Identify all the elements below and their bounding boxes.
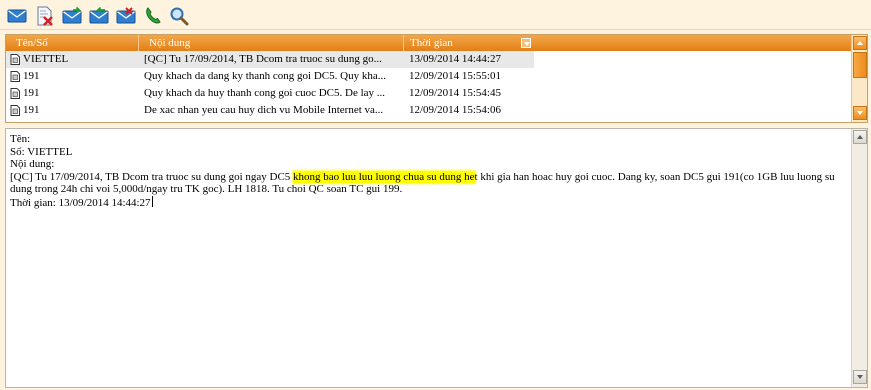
column-header-name[interactable]: Tên/Số xyxy=(6,35,138,51)
row-time: 12/09/2014 15:55:01 xyxy=(409,70,501,82)
detail-vertical-scrollbar[interactable] xyxy=(851,129,867,387)
detail-body-start: [QC] Tu 17/09/2014, TB Dcom tra truoc su… xyxy=(10,170,294,183)
envelope-exchange-icon xyxy=(116,7,136,24)
sim-card-icon xyxy=(10,105,20,116)
list-vertical-scrollbar[interactable] xyxy=(851,35,867,122)
sms-manager-window: Tên/Số Nội dung Thời gian VIETTEL [QC] T… xyxy=(0,0,871,390)
document-delete-icon xyxy=(37,6,53,26)
table-row[interactable]: 191 Quy khach da huy thanh cong goi cuoc… xyxy=(6,85,852,102)
chevron-down-icon xyxy=(857,375,863,379)
row-sender: 191 xyxy=(23,70,40,82)
row-sender: VIETTEL xyxy=(23,53,69,65)
detail-content-label: Nội dung: xyxy=(10,158,55,170)
list-scroll-down-button[interactable] xyxy=(853,106,867,120)
row-content: Quy khach da dang ky thanh cong goi DC5.… xyxy=(144,70,386,82)
detail-scroll-up-button[interactable] xyxy=(853,130,867,144)
row-content: Quy khach da huy thanh cong goi cuoc DC5… xyxy=(144,87,386,99)
sim-card-icon xyxy=(10,71,20,82)
message-list: Tên/Số Nội dung Thời gian VIETTEL [QC] T… xyxy=(5,34,868,123)
send-receive-button[interactable] xyxy=(115,5,137,27)
toolbar xyxy=(0,0,871,30)
envelope-icon xyxy=(7,9,27,23)
message-detail-pane[interactable]: Tên: Số: VIETTEL Nội dung: [QC] Tu 17/09… xyxy=(5,128,868,388)
row-time: 12/09/2014 15:54:06 xyxy=(409,104,501,116)
sort-descending-icon[interactable] xyxy=(521,38,531,48)
call-button[interactable] xyxy=(142,5,164,27)
chevron-down-icon xyxy=(857,111,863,115)
row-content: De xac nhan yeu cau huy dich vu Mobile I… xyxy=(144,104,384,116)
detail-number-line: Số: VIETTEL xyxy=(10,145,73,158)
magnifier-icon xyxy=(170,7,189,26)
text-caret xyxy=(151,195,153,207)
message-rows: VIETTEL [QC] Tu 17/09/2014, TB Dcom tra … xyxy=(6,51,852,119)
detail-body-highlight: khong bao luu luu luong chua su dung he xyxy=(293,170,475,183)
detail-body: [QC] Tu 17/09/2014, TB Dcom tra truoc su… xyxy=(10,170,848,196)
sim-card-icon xyxy=(10,88,20,99)
envelope-reply-icon xyxy=(89,7,109,24)
sim-card-icon xyxy=(10,54,20,65)
message-detail-text[interactable]: Tên: Số: VIETTEL Nội dung: [QC] Tu 17/09… xyxy=(10,133,848,209)
row-content: [QC] Tu 17/09/2014, TB Dcom tra truoc su… xyxy=(144,53,382,65)
table-row[interactable]: 191 Quy khach da dang ky thanh cong goi … xyxy=(6,68,852,85)
chevron-up-icon xyxy=(857,135,863,139)
list-scroll-thumb[interactable] xyxy=(853,52,867,78)
row-time: 12/09/2014 15:54:45 xyxy=(409,87,501,99)
chevron-up-icon xyxy=(857,41,863,45)
detail-name-line: Tên: xyxy=(10,133,31,145)
envelope-forward-icon xyxy=(62,7,82,24)
row-time: 13/09/2014 14:44:27 xyxy=(409,53,501,65)
column-header-time[interactable]: Thời gian xyxy=(403,35,535,51)
column-header-time-label: Thời gian xyxy=(410,37,453,49)
forward-message-button[interactable] xyxy=(61,5,83,27)
phone-icon xyxy=(146,7,161,24)
detail-time-line: Thời gian: 13/09/2014 14:44:27 xyxy=(10,195,848,210)
list-scroll-up-button[interactable] xyxy=(853,36,867,50)
table-row[interactable]: VIETTEL [QC] Tu 17/09/2014, TB Dcom tra … xyxy=(6,51,534,68)
row-sender: 191 xyxy=(23,104,40,116)
delete-message-button[interactable] xyxy=(34,5,56,27)
search-button[interactable] xyxy=(168,5,190,27)
reply-message-button[interactable] xyxy=(88,5,110,27)
table-row[interactable]: 191 De xac nhan yeu cau huy dich vu Mobi… xyxy=(6,102,852,119)
list-header: Tên/Số Nội dung Thời gian xyxy=(6,35,852,51)
row-sender: 191 xyxy=(23,87,40,99)
column-header-content[interactable]: Nội dung xyxy=(138,35,403,51)
detail-time-text: Thời gian: 13/09/2014 14:44:27 xyxy=(10,196,151,209)
new-message-button[interactable] xyxy=(6,5,28,27)
detail-scroll-down-button[interactable] xyxy=(853,370,867,384)
